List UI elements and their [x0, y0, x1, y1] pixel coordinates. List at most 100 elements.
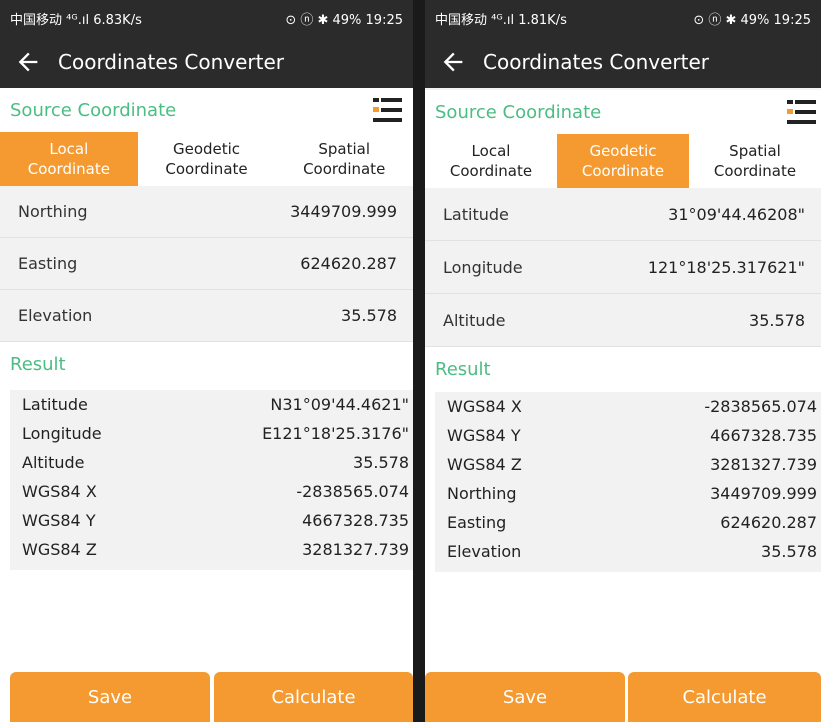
bottom-action-bar: Save Calculate: [0, 672, 413, 722]
carrier-label: 中国移动: [435, 12, 488, 28]
result-value: 3449709.999: [710, 484, 817, 503]
status-icons: ⊙ ⓝ ✱ 49%: [285, 12, 362, 28]
result-row: Northing 3449709.999: [435, 479, 821, 508]
bottom-action-bar: Save Calculate: [425, 672, 821, 722]
field-label: Easting: [18, 254, 78, 273]
result-row: WGS84 Y 4667328.735: [10, 506, 413, 535]
calculate-button[interactable]: Calculate: [628, 672, 821, 722]
result-row: WGS84 X -2838565.074: [10, 477, 413, 506]
result-row: Longitude E121°18'25.3176": [10, 419, 413, 448]
status-left: 中国移动 ⁴ᴳ.ıl 1.81K/s: [435, 9, 693, 28]
result-row: Elevation 35.578: [435, 537, 821, 566]
source-coordinate-label: Source Coordinate: [10, 99, 177, 121]
tab-geodetic-coordinate[interactable]: Geodetic Coordinate: [557, 134, 689, 188]
status-left: 中国移动 ⁴ᴳ.ıl 6.83K/s: [10, 9, 285, 28]
field-value[interactable]: 624620.287: [300, 254, 397, 273]
calculate-button[interactable]: Calculate: [214, 672, 413, 722]
result-value: -2838565.074: [296, 482, 409, 501]
carrier-label: 中国移动: [10, 12, 63, 28]
list-menu-icon[interactable]: [785, 98, 817, 126]
back-arrow-icon[interactable]: [14, 48, 42, 76]
result-key: Northing: [447, 484, 517, 503]
tab-label-line2: Coordinate: [303, 160, 386, 178]
screenshot-divider: [413, 0, 425, 722]
save-button[interactable]: Save: [425, 672, 625, 722]
result-row: WGS84 X -2838565.074: [435, 392, 821, 421]
result-value: 4667328.735: [710, 426, 817, 445]
page-title: Coordinates Converter: [483, 50, 710, 74]
tab-label-line2: Coordinate: [713, 162, 797, 180]
result-key: Longitude: [22, 424, 102, 443]
result-value: 3281327.739: [710, 455, 817, 474]
field-label: Longitude: [443, 257, 523, 277]
result-list: WGS84 X -2838565.074 WGS84 Y 4667328.735 W…: [435, 392, 821, 572]
app-bar: Coordinates Converter: [425, 36, 821, 88]
field-easting[interactable]: Easting 624620.287: [0, 238, 413, 290]
tab-label-line1: Geodetic: [589, 142, 657, 160]
coordinate-tabs: Local Coordinate Geodetic Coordinate Spa…: [425, 134, 821, 188]
field-longitude[interactable]: Longitude 121°18'25.317621": [425, 241, 821, 294]
tab-label-line2: Coordinate: [581, 162, 665, 180]
result-value: N31°09'44.4621": [270, 395, 409, 414]
result-value: -2838565.074: [704, 397, 817, 416]
tab-label-line2: Coordinate: [449, 162, 533, 180]
result-list: Latitude N31°09'44.4621" Longitude E121°18…: [10, 390, 413, 570]
source-coordinate-label: Source Coordinate: [435, 101, 602, 123]
coordinate-tabs: Local Coordinate Geodetic Coordinate Spa…: [0, 132, 413, 186]
result-value: 4667328.735: [302, 511, 409, 530]
status-bar: 中国移动 ⁴ᴳ.ıl 1.81K/s ⊙ ⓝ ✱ 49% 19:25: [425, 0, 821, 36]
tab-label-line1: Geodetic: [172, 140, 241, 158]
result-key: WGS84 Y: [22, 511, 96, 530]
result-key: Latitude: [22, 395, 88, 414]
result-key: Altitude: [22, 453, 85, 472]
field-label: Northing: [18, 202, 88, 221]
result-key: WGS84 X: [22, 482, 97, 501]
tab-spatial-coordinate[interactable]: Spatial Coordinate: [275, 132, 413, 186]
status-time: 19:25: [365, 12, 403, 28]
phone-screen-right: 中国移动 ⁴ᴳ.ıl 1.81K/s ⊙ ⓝ ✱ 49% 19:25 Coord…: [425, 0, 821, 722]
tab-label-line1: Spatial: [318, 140, 370, 158]
result-row: Easting 624620.287: [435, 508, 821, 537]
field-value[interactable]: 121°18'25.317621": [648, 258, 805, 277]
network-speed: 6.83K/s: [93, 12, 142, 28]
tab-local-coordinate[interactable]: Local Coordinate: [425, 134, 557, 188]
network-speed: 1.81K/s: [518, 12, 567, 28]
field-value[interactable]: 35.578: [341, 306, 397, 325]
signal-icon: ⁴ᴳ.ıl: [491, 12, 515, 28]
status-time: 19:25: [773, 12, 811, 28]
result-key: WGS84 Z: [22, 540, 97, 559]
result-row: WGS84 Y 4667328.735: [435, 421, 821, 450]
field-label: Latitude: [443, 204, 509, 224]
result-key: Easting: [447, 513, 507, 532]
status-icons: ⊙ ⓝ ✱ 49%: [693, 12, 770, 28]
field-value[interactable]: 3449709.999: [290, 202, 397, 221]
result-value: 35.578: [353, 453, 409, 472]
field-label: Altitude: [443, 310, 506, 330]
field-value[interactable]: 35.578: [749, 311, 805, 330]
tab-label-line1: Local: [49, 140, 89, 158]
result-row: WGS84 Z 3281327.739: [435, 450, 821, 479]
field-latitude[interactable]: Latitude 31°09'44.46208": [425, 188, 821, 241]
tab-spatial-coordinate[interactable]: Spatial Coordinate: [689, 134, 821, 188]
status-right: ⊙ ⓝ ✱ 49% 19:25: [285, 9, 403, 28]
field-altitude[interactable]: Altitude 35.578: [425, 294, 821, 347]
tab-geodetic-coordinate[interactable]: Geodetic Coordinate: [138, 132, 276, 186]
field-northing[interactable]: Northing 3449709.999: [0, 186, 413, 238]
field-elevation[interactable]: Elevation 35.578: [0, 290, 413, 342]
result-row: Altitude 35.578: [10, 448, 413, 477]
result-key: WGS84 Y: [447, 426, 521, 445]
field-value[interactable]: 31°09'44.46208": [668, 205, 805, 224]
result-key: WGS84 X: [447, 397, 522, 416]
tab-local-coordinate[interactable]: Local Coordinate: [0, 132, 138, 186]
save-button[interactable]: Save: [10, 672, 210, 722]
back-arrow-icon[interactable]: [439, 48, 467, 76]
result-value: 35.578: [761, 542, 817, 561]
tab-label-line2: Coordinate: [27, 160, 110, 178]
result-row: Latitude N31°09'44.4621": [10, 390, 413, 419]
result-row: WGS84 Z 3281327.739: [10, 535, 413, 564]
list-menu-icon[interactable]: [371, 96, 403, 124]
tab-label-line1: Local: [471, 142, 511, 160]
source-coordinate-header: Source Coordinate: [0, 88, 413, 132]
page-title: Coordinates Converter: [58, 50, 285, 74]
field-label: Elevation: [18, 306, 93, 325]
